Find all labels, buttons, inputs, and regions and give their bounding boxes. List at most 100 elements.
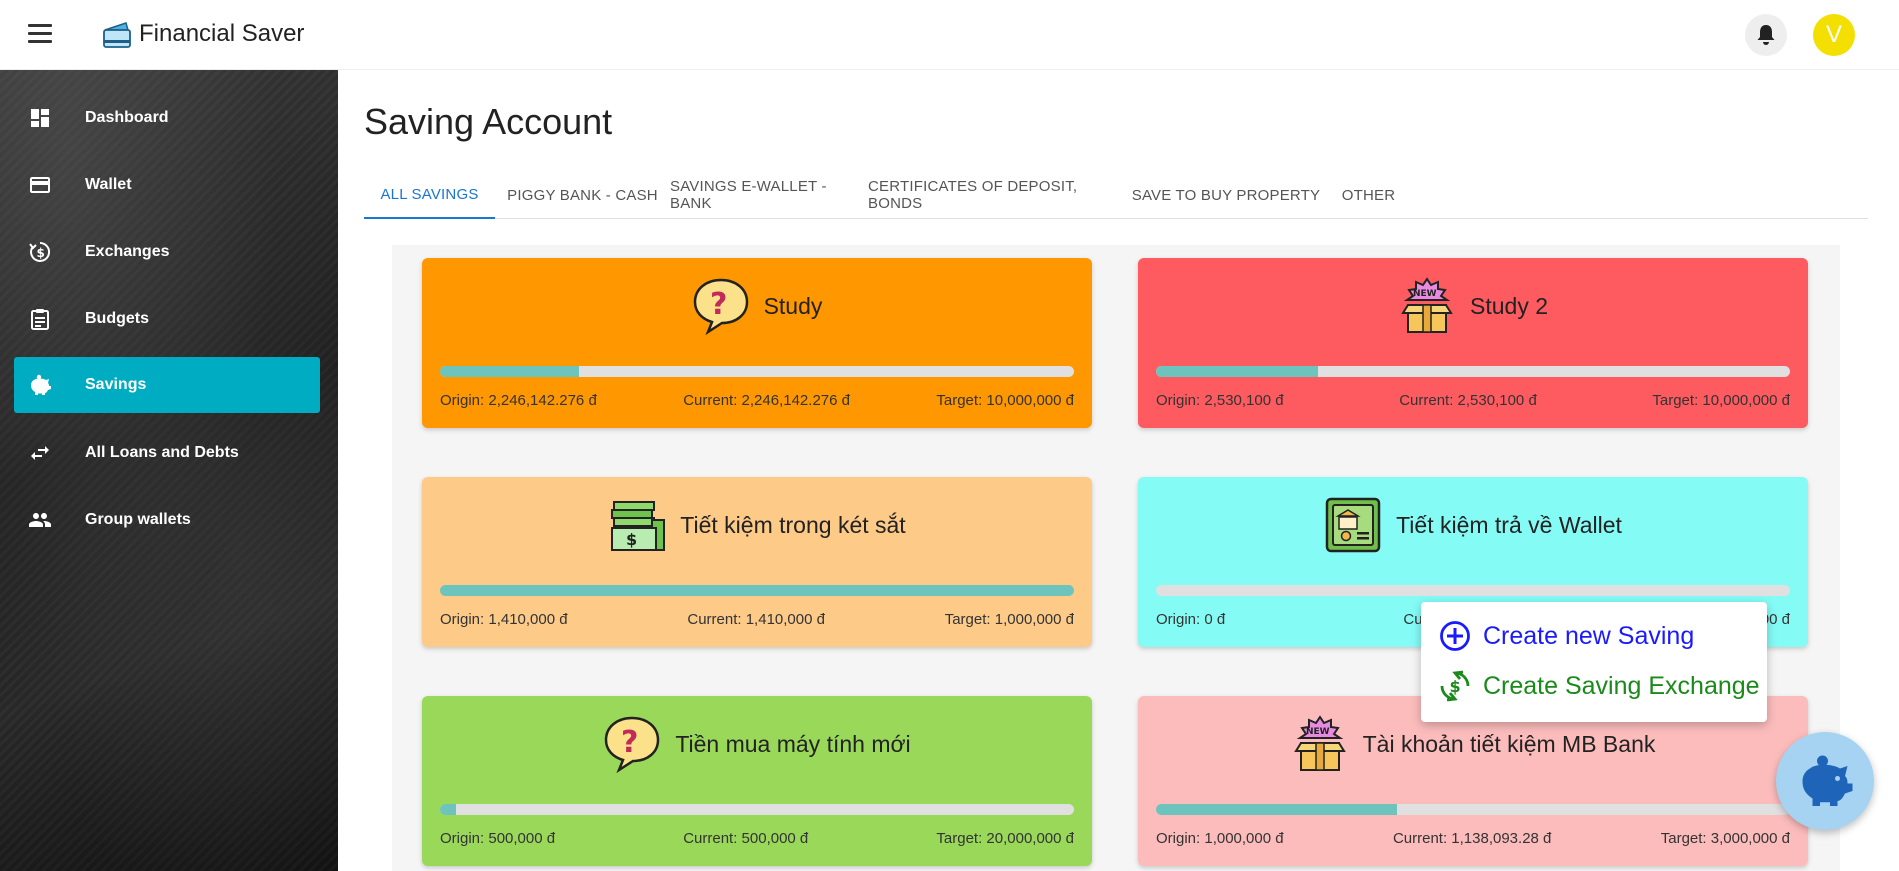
sidebar-item-exchanges[interactable]: $ Exchanges <box>14 224 320 280</box>
create-saving-exchange-label: Create Saving Exchange <box>1483 671 1760 700</box>
saving-name: Tiết kiệm trong két sắt <box>680 511 906 538</box>
saving-origin: Origin: 1,000,000 đ <box>1156 830 1284 847</box>
new-box-icon: NEW <box>1293 715 1346 771</box>
saving-progress-bar <box>1156 366 1790 377</box>
create-new-saving-button[interactable]: Create new Saving <box>1439 618 1694 654</box>
sidebar-item-label: Savings <box>85 376 147 393</box>
sidebar-item-label: Dashboard <box>85 109 169 126</box>
saving-target: Target: 1,000,000 đ <box>944 611 1074 628</box>
app-title[interactable]: Financial Saver <box>139 20 304 48</box>
saving-progress-fill <box>440 804 456 815</box>
menu-icon[interactable] <box>28 24 52 46</box>
saving-current: Current: 1,138,093.28 đ <box>1392 830 1552 847</box>
tab-all-savings[interactable]: ALL SAVINGS <box>364 172 495 219</box>
saving-progress-bar <box>440 366 1074 377</box>
piggy-bank-icon <box>1802 755 1853 806</box>
saving-name: Study 2 <box>1470 292 1548 319</box>
sidebar-item-budgets[interactable]: Budgets <box>14 291 320 347</box>
speed-dial-menu: Create new Saving $ Create Saving Exchan… <box>1421 602 1767 722</box>
sidebar-item-savings[interactable]: Savings <box>14 357 320 413</box>
sidebar-item-label: Exchanges <box>85 243 170 260</box>
saving-current: Current: 500,000 đ <box>683 830 809 847</box>
create-saving-exchange-button[interactable]: $ Create Saving Exchange <box>1439 668 1760 704</box>
saving-progress-bar <box>1156 804 1790 815</box>
saving-stats: Origin: 2,530,100 đ Current: 2,530,100 đ… <box>1156 392 1790 409</box>
new-box-icon: NEW <box>1401 277 1453 333</box>
saving-progress-fill <box>440 366 580 377</box>
question-bubble-icon: ? <box>605 716 660 773</box>
sidebar-item-group-wallets[interactable]: Group wallets <box>14 492 320 548</box>
bank-card-icon <box>1325 497 1381 553</box>
saving-stats: Origin: 500,000 đ Current: 500,000 đ Tar… <box>440 830 1074 847</box>
avatar[interactable]: V <box>1813 14 1855 56</box>
savings-fab-button[interactable] <box>1776 732 1874 830</box>
svg-text:NEW: NEW <box>1306 727 1330 737</box>
tab-savings-ewallet-bank[interactable]: SAVINGS E-WALLET - BANK <box>670 172 868 218</box>
saving-origin: Origin: 1,410,000 đ <box>440 611 568 628</box>
saving-card-header: Tiết kiệm trả về Wallet <box>1138 495 1808 555</box>
page-title: Saving Account <box>364 101 613 142</box>
saving-origin: Origin: 2,246,142.276 đ <box>440 392 597 409</box>
saving-card-header: NEW Tài khoản tiết kiệm MB Bank <box>1138 714 1808 774</box>
sidebar-item-dashboard[interactable]: Dashboard <box>14 90 320 146</box>
cash-stack-icon: $ <box>611 501 666 551</box>
saving-stats: Origin: 2,246,142.276 đ Current: 2,246,1… <box>440 392 1074 409</box>
saving-name: Tiết kiệm trả về Wallet <box>1396 511 1622 538</box>
tab-certificates-bonds[interactable]: CERTIFICATES OF DEPOSIT, BONDS <box>868 172 1125 218</box>
svg-text:$: $ <box>626 530 637 549</box>
svg-text:$: $ <box>1450 677 1461 696</box>
saving-stats: Origin: 1,410,000 đ Current: 1,410,000 đ… <box>440 611 1074 628</box>
question-bubble-icon: ? <box>693 278 748 335</box>
saving-target: Target: 10,000,000 đ <box>1652 392 1790 409</box>
sidebar-item-label: Budgets <box>85 310 149 327</box>
clipboard-icon <box>31 309 49 330</box>
saving-progress-fill <box>440 585 1074 596</box>
create-new-saving-label: Create new Saving <box>1483 621 1695 650</box>
saving-current: Current: 2,246,142.276 đ <box>683 392 850 409</box>
saving-current: Current: 1,410,000 đ <box>687 611 825 628</box>
saving-card-header: $ Tiết kiệm trong két sắt <box>422 495 1092 555</box>
savings-tabs: ALL SAVINGS PIGGY BANK - CASH SAVINGS E-… <box>364 172 1868 219</box>
exchange-icon: $ <box>29 241 51 262</box>
sidebar-item-label: All Loans and Debts <box>85 444 239 461</box>
people-icon <box>29 513 51 527</box>
saving-card-study-2[interactable]: NEW Study 2 Origin: 2,530,100 đ Current:… <box>1138 258 1808 428</box>
wallet-icon <box>30 177 50 193</box>
sidebar-item-label: Wallet <box>85 176 132 193</box>
tab-piggy-bank-cash[interactable]: PIGGY BANK - CASH <box>495 172 670 218</box>
exchange-dollar-icon: $ <box>1440 670 1470 702</box>
saving-target: Target: 20,000,000 đ <box>936 830 1074 847</box>
sidebar-item-loans[interactable]: All Loans and Debts <box>14 425 320 481</box>
svg-text:?: ? <box>621 725 638 760</box>
svg-text:NEW: NEW <box>1413 289 1437 299</box>
saving-card-safe[interactable]: $ Tiết kiệm trong két sắt Origin: 1,410,… <box>422 477 1092 647</box>
sidebar-item-wallet[interactable]: Wallet <box>14 157 320 213</box>
sidebar: Dashboard Wallet $ Exchanges Budgets Sav… <box>0 70 338 871</box>
swap-arrows-icon <box>31 446 49 460</box>
sidebar-item-label: Group wallets <box>85 511 191 528</box>
notifications-button[interactable] <box>1745 14 1787 56</box>
saving-target: Target: 10,000,000 đ <box>936 392 1074 409</box>
saving-card-header: ? Study <box>422 276 1092 336</box>
saving-target: Target: 3,000,000 đ <box>1660 830 1790 847</box>
logo-icon <box>103 22 131 48</box>
saving-name: Study <box>763 292 823 319</box>
svg-text:?: ? <box>710 287 727 322</box>
tab-other[interactable]: OTHER <box>1327 172 1410 218</box>
saving-progress-bar <box>440 804 1074 815</box>
saving-origin: Origin: 500,000 đ <box>440 830 556 847</box>
plus-circle-icon <box>1440 621 1470 651</box>
saving-origin: Origin: 0 đ <box>1156 611 1226 628</box>
saving-card-study[interactable]: ? Study Origin: 2,246,142.276 đ Current:… <box>422 258 1092 428</box>
bell-icon <box>1757 25 1775 45</box>
saving-origin: Origin: 2,530,100 đ <box>1156 392 1284 409</box>
saving-card-new-computer[interactable]: ? Tiền mua máy tính mới Origin: 500,000 … <box>422 696 1092 866</box>
saving-progress-bar <box>440 585 1074 596</box>
saving-stats: Origin: 1,000,000 đ Current: 1,138,093.2… <box>1156 830 1790 847</box>
saving-current: Current: 2,530,100 đ <box>1399 392 1537 409</box>
svg-text:$: $ <box>37 246 45 260</box>
dashboard-icon <box>31 109 49 127</box>
saving-progress-fill <box>1156 804 1397 815</box>
piggy-bank-icon <box>31 374 51 395</box>
tab-save-to-buy-property[interactable]: SAVE TO BUY PROPERTY <box>1125 172 1327 218</box>
